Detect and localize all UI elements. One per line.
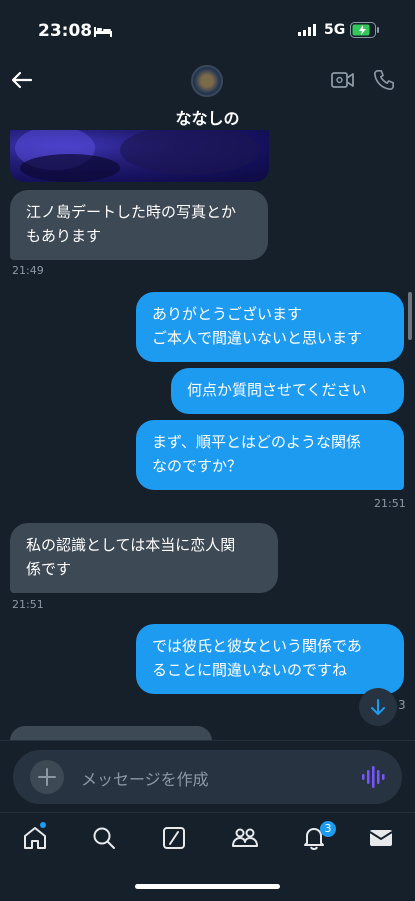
message-input[interactable]: メッセージを作成	[13, 750, 402, 804]
grok-icon[interactable]	[161, 825, 187, 851]
message-incoming[interactable]	[10, 726, 212, 740]
back-arrow-icon[interactable]	[10, 68, 34, 92]
notifications-badge: 3	[320, 821, 336, 837]
message-outgoing[interactable]: 何点か質問させてください	[171, 368, 404, 414]
home-icon[interactable]	[22, 825, 48, 851]
photo-message[interactable]	[10, 130, 269, 182]
home-indicator[interactable]	[135, 884, 280, 889]
scroll-down-button[interactable]	[359, 688, 397, 726]
communities-icon[interactable]	[231, 825, 259, 851]
sleep-mode-icon	[94, 27, 112, 37]
message-incoming[interactable]: 江ノ島デートした時の写真とか もあります	[10, 190, 268, 260]
message-outgoing[interactable]: まず、順平とはどのような関係 なのですか？	[136, 420, 404, 490]
partial-timestamp: 3	[398, 698, 406, 712]
messages-icon[interactable]	[368, 825, 394, 851]
signal-icon	[298, 24, 316, 36]
battery-icon	[350, 22, 379, 38]
voice-message-icon[interactable]	[361, 766, 385, 788]
status-time: 23:08	[38, 21, 93, 41]
message-input-placeholder[interactable]: メッセージを作成	[81, 766, 209, 790]
chat-contact-name[interactable]: ななしの	[0, 105, 415, 129]
status-bar: 23:08 5G	[0, 0, 415, 58]
photo-image	[15, 130, 260, 182]
avatar[interactable]	[191, 65, 223, 97]
timestamp: 21:51	[374, 497, 406, 510]
plus-icon	[38, 768, 56, 786]
composer: メッセージを作成	[0, 740, 415, 813]
arrow-down-icon	[371, 699, 385, 715]
message-outgoing[interactable]: ありがとうございます ご本人で間違いないと思います	[136, 292, 404, 362]
timestamp: 21:49	[12, 264, 44, 277]
message-incoming[interactable]: 私の認識としては本当に恋人関 係です	[10, 523, 278, 593]
timestamp: 21:51	[12, 598, 44, 611]
home-unread-dot	[40, 822, 46, 828]
add-attachment-button[interactable]	[30, 760, 64, 794]
scrollbar[interactable]	[408, 292, 412, 340]
message-list[interactable]: 江ノ島デートした時の写真とか もあります 21:49 ありがとうございます ご本…	[0, 130, 415, 740]
message-outgoing[interactable]: では彼氏と彼女という関係であ ることに間違いないのですね	[136, 624, 404, 694]
network-label: 5G	[324, 22, 346, 38]
video-call-icon[interactable]	[331, 70, 355, 90]
search-icon[interactable]	[91, 825, 117, 851]
phone-call-icon[interactable]	[373, 69, 395, 91]
chat-header: ななしの	[0, 58, 415, 130]
